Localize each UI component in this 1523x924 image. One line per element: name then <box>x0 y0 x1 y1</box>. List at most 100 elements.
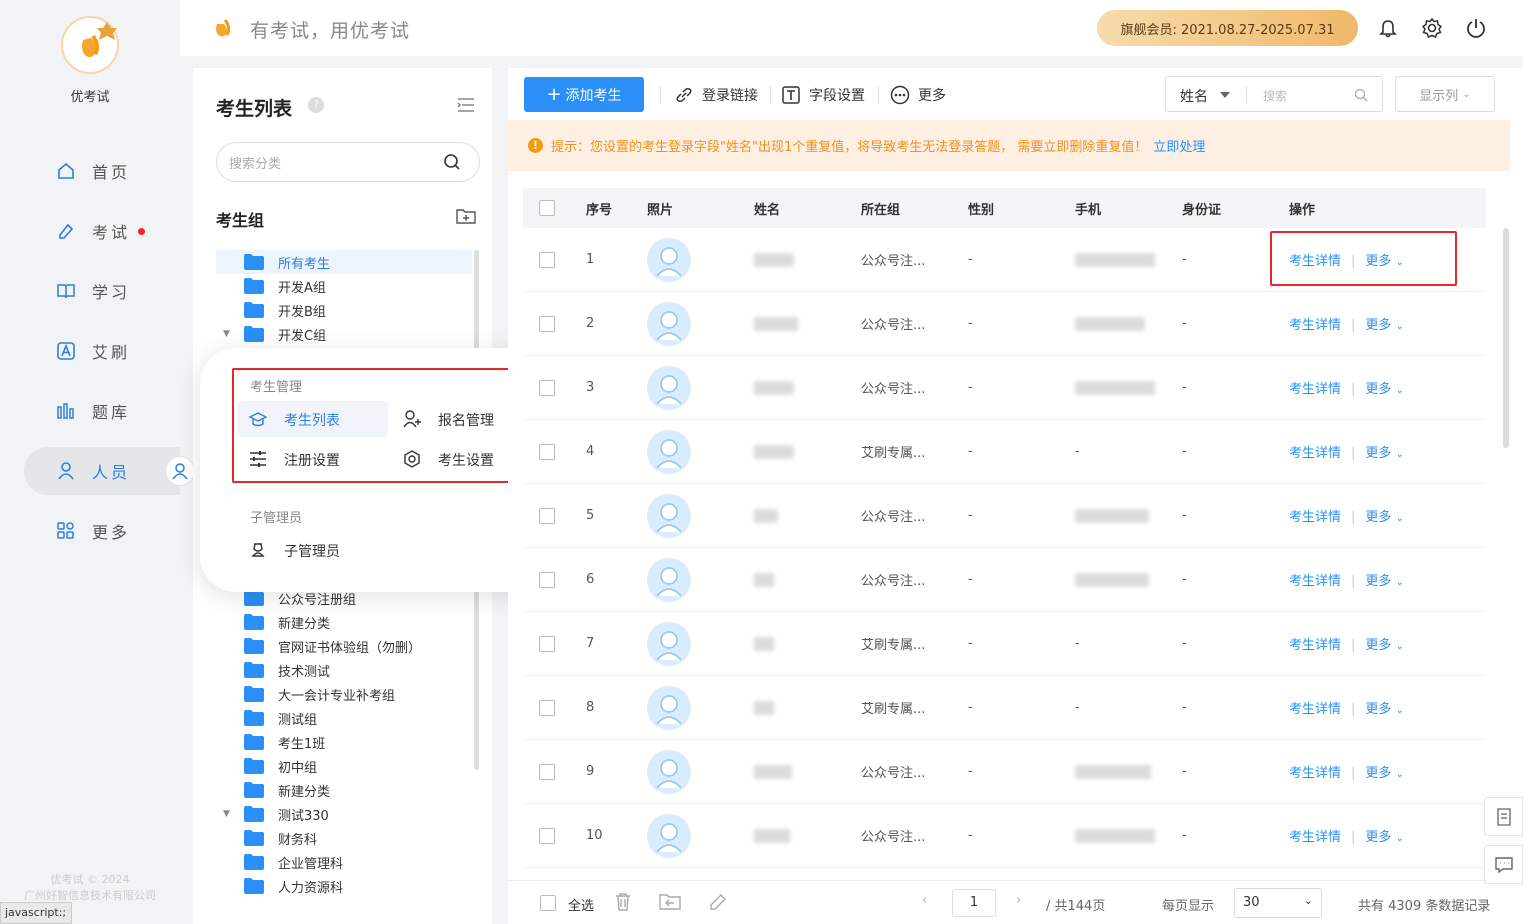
row-more-dropdown[interactable]: 更多 ⌄ <box>1365 766 1404 781</box>
nav-aishua[interactable]: 艾刷 <box>24 327 180 375</box>
row-checkbox[interactable] <box>539 379 555 396</box>
row-more-label: 更多 <box>1365 446 1392 461</box>
student-detail-link[interactable]: 考生详情 <box>1289 702 1341 717</box>
tree-item[interactable]: 开发B组 <box>216 298 472 322</box>
tree-item[interactable]: 考生1班 <box>216 730 472 754</box>
row-checkbox[interactable] <box>539 315 555 332</box>
row-checkbox[interactable] <box>539 827 555 844</box>
move-folder-icon[interactable] <box>658 893 682 911</box>
nav-home[interactable]: 首页 <box>24 147 180 195</box>
caret-down-icon[interactable]: ▼ <box>223 809 230 819</box>
id-cell: - <box>1182 444 1187 459</box>
tree-item[interactable]: 官网证书体验组（勿删） <box>216 634 472 658</box>
select-all-checkbox[interactable] <box>539 200 555 216</box>
group-cell: 艾刷专属... <box>861 702 926 717</box>
row-more-dropdown[interactable]: 更多 ⌄ <box>1365 318 1404 333</box>
total-records: 共有 4309 条数据记录 <box>1358 899 1491 914</box>
row-checkbox[interactable] <box>539 635 555 652</box>
search-input[interactable]: 搜索 <box>1263 87 1287 104</box>
row-more-dropdown[interactable]: 更多 ⌄ <box>1365 446 1404 461</box>
tree-item[interactable]: 新建分类 <box>216 778 472 802</box>
doc-float-button[interactable] <box>1484 797 1523 836</box>
student-detail-link[interactable]: 考生详情 <box>1289 574 1341 589</box>
row-checkbox[interactable] <box>539 507 555 524</box>
chat-float-button[interactable] <box>1484 845 1523 884</box>
tree-item[interactable]: 财务科 <box>216 826 472 850</box>
tree-item[interactable]: 企业管理科 <box>216 850 472 874</box>
student-detail-link[interactable]: 考生详情 <box>1289 510 1341 525</box>
nav-people[interactable]: 人员 <box>24 447 180 495</box>
page-input[interactable]: 1 <box>952 889 996 917</box>
row-more-dropdown[interactable]: 更多 ⌄ <box>1365 638 1404 653</box>
row-more-dropdown[interactable]: 更多 ⌄ <box>1365 382 1404 397</box>
divider <box>878 86 879 104</box>
row-more-dropdown[interactable]: 更多 ⌄ <box>1365 702 1404 717</box>
student-detail-link[interactable]: 考生详情 <box>1289 766 1341 781</box>
trash-icon[interactable] <box>614 892 632 912</box>
tree-item[interactable]: 所有考生 <box>216 250 472 274</box>
student-detail-link[interactable]: 考生详情 <box>1289 318 1341 333</box>
col-header: 姓名 <box>754 202 781 218</box>
row-checkbox[interactable] <box>539 443 555 460</box>
tree-item[interactable]: ▼ 测试330 <box>216 802 472 826</box>
per-page-select[interactable]: 30 ⌄ <box>1234 888 1322 918</box>
search-icon[interactable] <box>1354 88 1368 102</box>
tree-item[interactable]: 技术测试 <box>216 658 472 682</box>
help-icon[interactable]: ? <box>308 97 324 113</box>
category-search-input[interactable]: 搜索分类 <box>216 142 480 182</box>
plus-icon: + <box>546 84 562 105</box>
row-more-dropdown[interactable]: 更多 ⌄ <box>1365 510 1404 525</box>
tree-item[interactable]: 大一会计专业补考组 <box>216 682 472 706</box>
tree-item[interactable]: 新建分类 <box>216 610 472 634</box>
add-folder-icon[interactable] <box>455 207 477 225</box>
tree-item[interactable]: 初中组 <box>216 754 472 778</box>
tree-item[interactable]: 人力资源科 <box>216 874 472 898</box>
more-button[interactable]: 更多 <box>890 77 946 112</box>
login-link-button[interactable]: 登录链接 <box>674 77 758 112</box>
phone-cell: - <box>1075 444 1080 459</box>
power-icon[interactable] <box>1465 17 1487 39</box>
nav-more[interactable]: 更多 <box>24 507 180 555</box>
next-page-icon[interactable]: › <box>1016 893 1021 908</box>
row-number: 4 <box>586 444 595 459</box>
bell-icon[interactable] <box>1378 18 1398 38</box>
nav-study[interactable]: 学习 <box>24 267 180 315</box>
row-more-dropdown[interactable]: 更多 ⌄ <box>1365 574 1404 589</box>
columns-button[interactable]: 显示列 ⌄ <box>1395 76 1495 112</box>
search-field-select[interactable]: 姓名 搜索 <box>1165 76 1383 112</box>
row-checkbox[interactable] <box>539 251 555 268</box>
col-header: 所在组 <box>861 202 901 218</box>
row-checkbox[interactable] <box>539 571 555 588</box>
row-checkbox[interactable] <box>539 763 555 780</box>
table-scrollbar[interactable] <box>1503 228 1509 448</box>
edit-icon[interactable] <box>708 892 728 912</box>
student-detail-link[interactable]: 考生详情 <box>1289 382 1341 397</box>
gear-icon[interactable] <box>1421 17 1443 39</box>
student-detail-link[interactable]: 考生详情 <box>1289 446 1341 461</box>
people-submenu-toggle[interactable] <box>165 456 195 486</box>
tree-item[interactable]: ▼ 开发C组 <box>216 322 472 346</box>
add-student-button[interactable]: + 添加考生 <box>524 77 644 112</box>
folder-icon <box>244 278 264 294</box>
caret-down-icon[interactable]: ▼ <box>223 329 230 339</box>
nav-bank[interactable]: 题库 <box>24 387 180 435</box>
row-checkbox[interactable] <box>539 699 555 716</box>
select-all-checkbox[interactable] <box>540 895 556 911</box>
student-detail-link[interactable]: 考生详情 <box>1289 638 1341 653</box>
group-cell: 公众号注... <box>861 574 926 589</box>
link-icon <box>676 87 692 102</box>
avatar-icon <box>647 557 691 602</box>
member-badge[interactable]: 旗舰会员: 2021.08.27-2025.07.31 <box>1097 10 1358 46</box>
collapse-icon[interactable] <box>456 96 476 114</box>
tree-item[interactable]: 测试组 <box>216 706 472 730</box>
tree-item[interactable]: 开发A组 <box>216 274 472 298</box>
notice-action-link[interactable]: 立即处理 <box>1153 136 1205 155</box>
search-icon[interactable] <box>443 153 461 171</box>
avatar-icon <box>647 813 691 858</box>
student-detail-link[interactable]: 考生详情 <box>1289 830 1341 845</box>
field-settings-button[interactable]: 字段设置 <box>781 77 865 112</box>
nav-exam[interactable]: 考试 <box>24 207 180 255</box>
row-more-dropdown[interactable]: 更多 ⌄ <box>1365 830 1404 845</box>
prev-page-icon[interactable]: ‹ <box>922 893 927 908</box>
popup-item-sub-admin[interactable]: 子管理员 <box>284 541 340 561</box>
